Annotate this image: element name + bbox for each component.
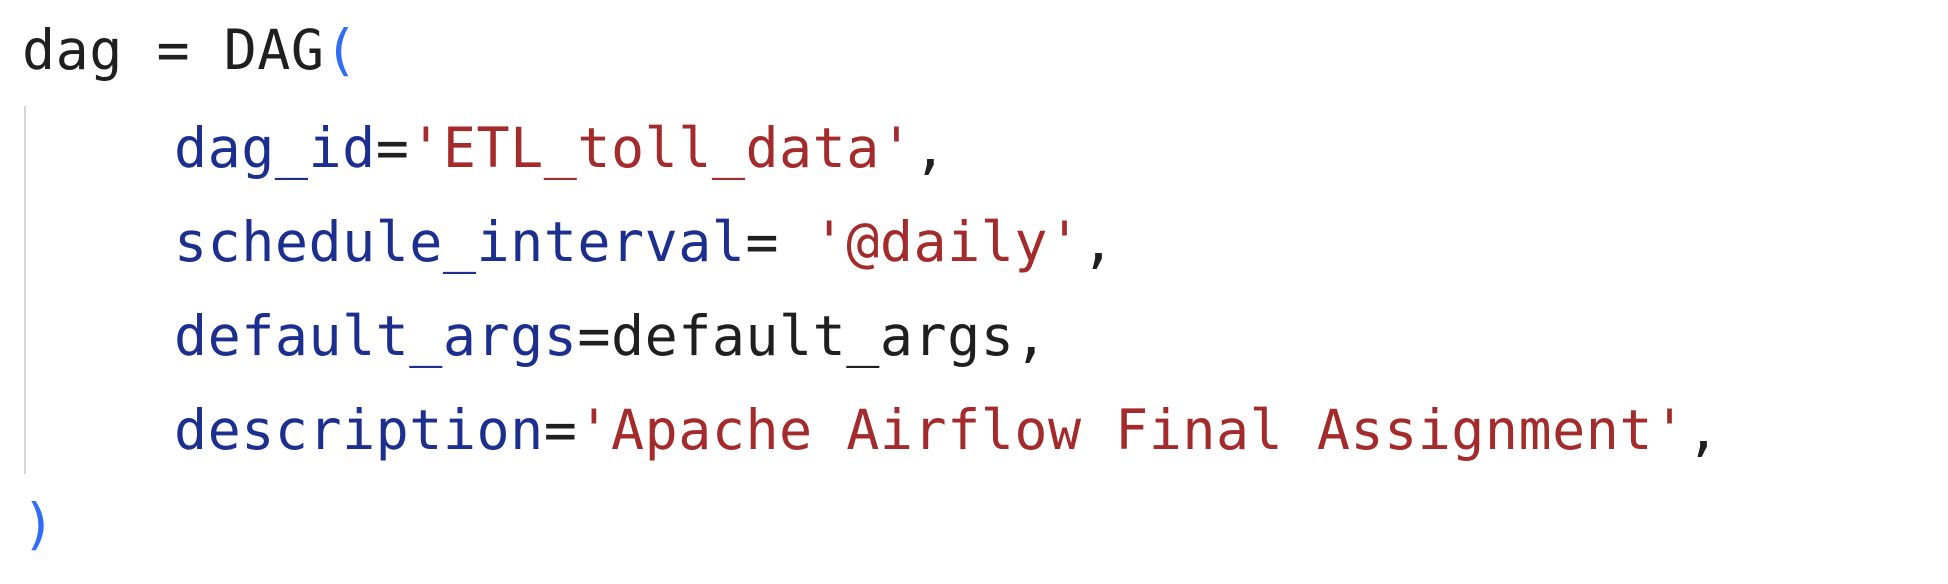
code-line-3: schedule_interval= '@daily', xyxy=(22,212,1115,272)
param-dag-id: dag_id xyxy=(174,116,376,180)
string-daily: '@daily' xyxy=(812,210,1082,274)
param-description: description xyxy=(174,398,544,462)
close-parenthesis: ) xyxy=(22,492,56,556)
comma: , xyxy=(1014,304,1048,368)
code-line-1: dag = DAG( xyxy=(22,20,358,80)
comma: , xyxy=(1081,210,1116,274)
param-default-args: default_args xyxy=(174,304,578,368)
code-line-4: default_args=default_args, xyxy=(22,306,1048,366)
string-description: 'Apache Airflow Final Assignment' xyxy=(577,398,1687,462)
comma: , xyxy=(913,116,948,180)
equals-sign: = xyxy=(375,116,410,180)
code-editor[interactable]: dag = DAG( dag_id='ETL_toll_data', sched… xyxy=(0,0,1948,584)
assign-operator: = xyxy=(122,18,224,82)
equals-sign: = xyxy=(543,398,578,462)
code-line-2: dag_id='ETL_toll_data', xyxy=(22,118,947,178)
equals-sign: = xyxy=(745,210,813,274)
code-line-5: description='Apache Airflow Final Assign… xyxy=(22,400,1720,460)
code-line-6: ) xyxy=(22,494,56,554)
function-dag: DAG xyxy=(223,18,325,82)
comma: , xyxy=(1686,398,1721,462)
equals-sign: = xyxy=(577,304,611,368)
value-default-args: default_args xyxy=(610,304,1015,368)
open-parenthesis: ( xyxy=(324,18,359,82)
string-etl-toll-data: 'ETL_toll_data' xyxy=(409,116,914,180)
variable-dag: dag xyxy=(22,18,123,82)
param-schedule-interval: schedule_interval xyxy=(174,210,746,274)
